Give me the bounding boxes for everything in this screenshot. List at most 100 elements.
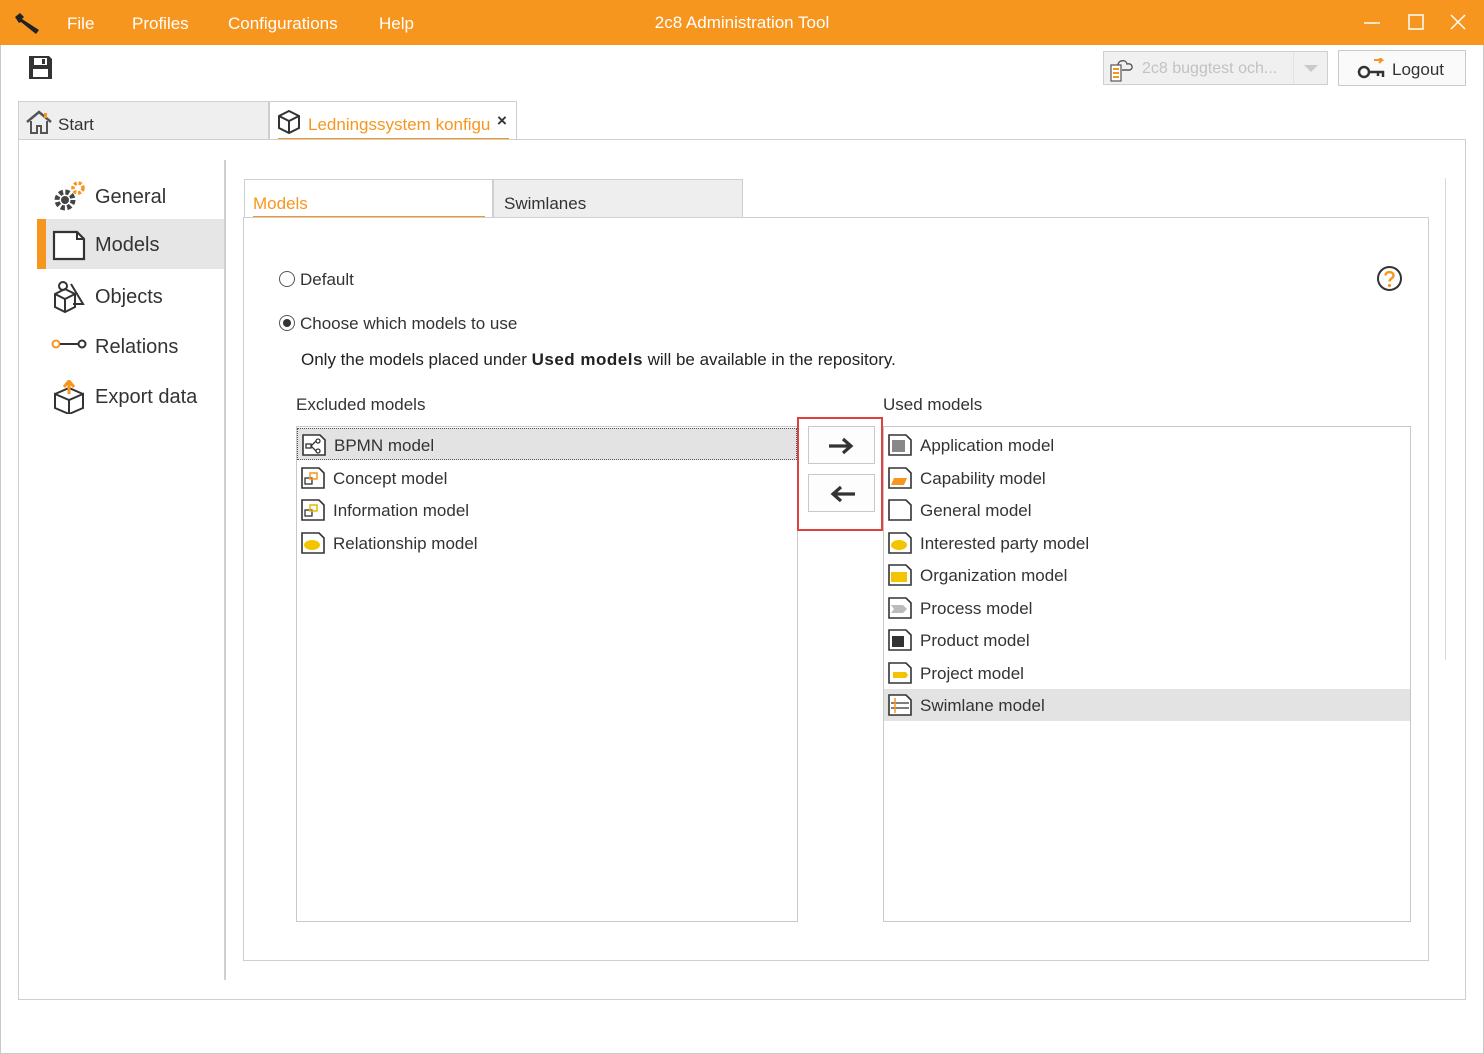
- menu-file[interactable]: File: [67, 14, 94, 34]
- information-model-icon: [301, 499, 325, 521]
- cube-icon: [278, 109, 300, 135]
- export-icon: [54, 380, 84, 414]
- tab-configuration-label: Ledningssystem konfiguration: [308, 115, 490, 134]
- relations-icon: [51, 339, 87, 349]
- project-model-icon: [888, 662, 912, 684]
- tab-configuration[interactable]: Ledningssystem konfiguration ×: [269, 101, 517, 140]
- sidebar-item-label: Objects: [95, 286, 163, 308]
- tab-models-label: Models: [253, 194, 308, 213]
- default-radio-label[interactable]: Default: [300, 270, 354, 290]
- sidebar-separator: [224, 160, 226, 980]
- logout-button[interactable]: Logout: [1338, 50, 1466, 86]
- list-item-label: General model: [920, 501, 1032, 520]
- repository-name: 2c8 buggtest och...: [1142, 60, 1278, 77]
- arrow-right-icon: [829, 437, 854, 455]
- list-item[interactable]: Capability model: [884, 462, 1410, 494]
- dropdown-arrow[interactable]: [1293, 52, 1327, 84]
- key-icon: [1357, 58, 1385, 79]
- tab-start-label: Start: [58, 115, 94, 134]
- menu-profiles[interactable]: Profiles: [132, 14, 189, 34]
- model-page-icon: [52, 230, 86, 261]
- list-item-label: Organization model: [920, 566, 1068, 585]
- move-to-used-button[interactable]: [808, 426, 875, 464]
- list-item[interactable]: Information model: [297, 494, 797, 526]
- list-item-label: Interested party model: [920, 534, 1090, 553]
- relationship-model-icon: [301, 532, 325, 554]
- tab-models[interactable]: Models: [244, 179, 493, 218]
- sidebar-item-export-data[interactable]: Export data: [37, 371, 224, 421]
- bpmn-model-icon: [302, 434, 326, 456]
- sidebar-item-label: Relations: [95, 336, 179, 358]
- default-radio[interactable]: [279, 271, 295, 287]
- application-model-icon: [888, 434, 912, 456]
- excluded-models-list[interactable]: BPMN model Concept model Information mod…: [296, 426, 798, 922]
- used-models-title: Used models: [883, 395, 983, 414]
- sidebar-item-relations[interactable]: Relations: [37, 321, 224, 371]
- list-item[interactable]: BPMN model: [297, 428, 797, 460]
- tab-swimlanes-label: Swimlanes: [504, 194, 587, 213]
- list-item[interactable]: Relationship model: [297, 527, 797, 559]
- home-icon: [26, 110, 52, 134]
- excluded-models-title: Excluded models: [296, 395, 426, 414]
- list-item[interactable]: Organization model: [884, 559, 1410, 591]
- gear-icon: [54, 181, 85, 211]
- sidebar-item-label: General: [95, 186, 167, 208]
- wrench-icon[interactable]: [12, 10, 42, 36]
- swimlane-model-icon: [888, 694, 912, 716]
- menu-help[interactable]: Help: [379, 14, 414, 34]
- tab-start[interactable]: Start: [18, 101, 269, 140]
- list-item-label: Capability model: [920, 469, 1046, 488]
- title-bar: File Profiles Configurations Help 2c8 Ad…: [0, 0, 1484, 45]
- window-title: 2c8 Administration Tool: [654, 13, 830, 32]
- arrow-left-icon: [830, 485, 855, 503]
- interested-party-model-icon: [888, 532, 912, 554]
- list-item-label: Concept model: [333, 469, 448, 488]
- list-item[interactable]: Concept model: [297, 462, 797, 494]
- close-tab-icon[interactable]: ×: [497, 111, 507, 131]
- list-item[interactable]: Process model: [884, 592, 1410, 624]
- general-model-icon: [888, 499, 912, 521]
- list-item[interactable]: Project model: [884, 657, 1410, 689]
- concept-model-icon: [301, 467, 325, 489]
- sidebar-item-label: Export data: [95, 386, 198, 408]
- list-item[interactable]: General model: [884, 494, 1410, 526]
- repository-select[interactable]: 2c8 buggtest och...: [1103, 51, 1328, 85]
- list-item-label: BPMN model: [334, 436, 435, 455]
- sidebar-item-models[interactable]: Models: [37, 219, 224, 269]
- list-item-label: Information model: [333, 501, 470, 520]
- close-window-icon[interactable]: [1444, 8, 1472, 36]
- capability-model-icon: [888, 467, 912, 489]
- process-model-icon: [888, 597, 912, 619]
- used-models-list[interactable]: Application model Capability model Gener…: [883, 426, 1411, 922]
- list-item[interactable]: Product model: [884, 624, 1410, 656]
- menu-configurations[interactable]: Configurations: [228, 14, 338, 34]
- organization-model-icon: [888, 564, 912, 586]
- logout-label: Logout: [1392, 60, 1444, 79]
- help-icon[interactable]: [1376, 265, 1403, 292]
- list-item-label: Process model: [920, 599, 1033, 618]
- tab-swimlanes[interactable]: Swimlanes: [493, 179, 743, 218]
- move-to-excluded-button[interactable]: [808, 474, 875, 512]
- choose-models-radio-label[interactable]: Choose which models to use: [300, 314, 517, 334]
- list-item[interactable]: Interested party model: [884, 527, 1410, 559]
- list-item-label: Application model: [920, 436, 1055, 455]
- scroll-edge: [1445, 178, 1446, 660]
- list-item-label: Product model: [920, 631, 1030, 650]
- sidebar-item-general[interactable]: General: [37, 171, 224, 221]
- minimize-icon[interactable]: [1358, 8, 1386, 36]
- choose-models-radio[interactable]: [279, 315, 295, 331]
- list-item-label: Swimlane model: [920, 696, 1045, 715]
- active-indicator: [37, 219, 46, 269]
- list-item[interactable]: Swimlane model: [884, 689, 1410, 721]
- list-item[interactable]: Application model: [884, 429, 1410, 461]
- sidebar-item-objects[interactable]: Objects: [37, 271, 224, 321]
- objects-icon: [54, 281, 85, 314]
- list-item-label: Project model: [920, 664, 1024, 683]
- maximize-icon[interactable]: [1402, 8, 1430, 36]
- cloud-database-icon: [1110, 60, 1133, 82]
- save-icon[interactable]: [27, 54, 54, 81]
- list-item-label: Relationship model: [333, 534, 478, 553]
- product-model-icon: [888, 629, 912, 651]
- chevron-down-icon: [1304, 65, 1318, 72]
- info-text: Only the models placed under Used models…: [301, 350, 896, 369]
